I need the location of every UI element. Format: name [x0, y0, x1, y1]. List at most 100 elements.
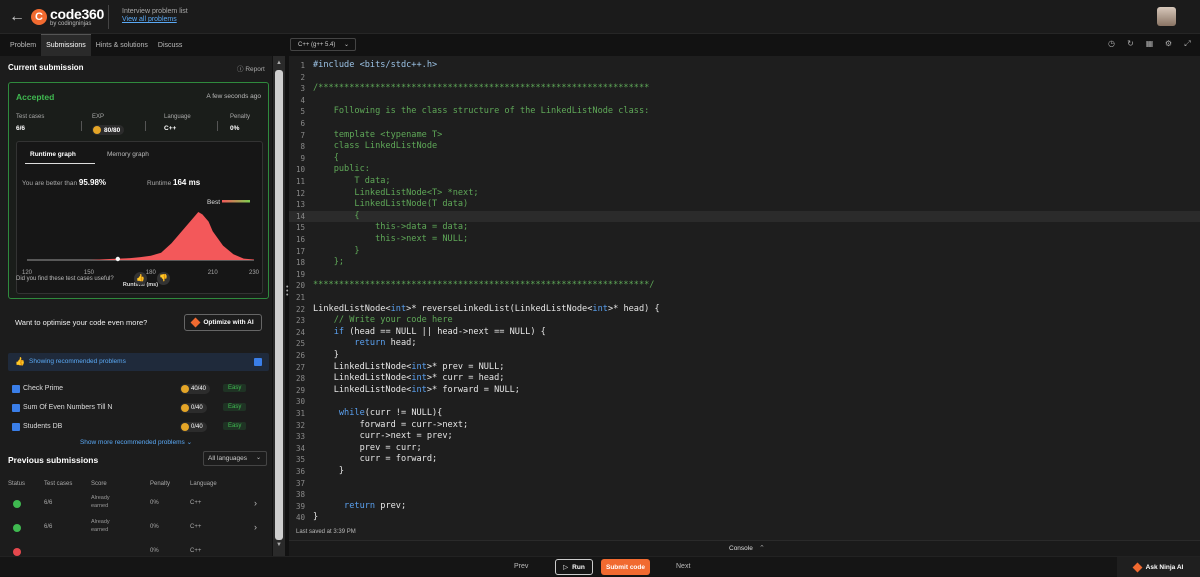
code360-logo[interactable]: C code360 by codingninjas	[31, 6, 104, 28]
code-line[interactable]: 12 LinkedListNode<T> *next;	[289, 188, 1200, 200]
code-line[interactable]: 2	[289, 72, 1200, 84]
code-text: curr->next = prev;	[313, 431, 453, 442]
code-line[interactable]: 36 }	[289, 466, 1200, 478]
code-line[interactable]: 28 LinkedListNode<int>* curr = head;	[289, 373, 1200, 385]
scrollbar-thumb[interactable]	[275, 70, 283, 540]
code-line[interactable]: 24 if (head == NULL || head->next == NUL…	[289, 327, 1200, 339]
table-row[interactable]: 6/6 Already earned 0% C++ ›	[0, 492, 272, 516]
ask-ninja-ai-button[interactable]: Ask Ninja AI	[1117, 557, 1200, 577]
prev-button[interactable]: Prev	[514, 563, 528, 570]
layout-icon[interactable]: ▦	[1145, 39, 1154, 48]
code-line[interactable]: 26 }	[289, 350, 1200, 362]
chevron-right-icon[interactable]: ›	[254, 498, 257, 508]
code-line[interactable]: 30	[289, 396, 1200, 408]
code-line[interactable]: 29 LinkedListNode<int>* forward = NULL;	[289, 385, 1200, 397]
timer-icon[interactable]: ◷	[1107, 39, 1116, 48]
language-filter-select[interactable]: All languages ⌄	[203, 451, 267, 466]
code-line[interactable]: 20 **************************************…	[289, 280, 1200, 292]
table-row[interactable]: 0% C++	[0, 540, 272, 556]
line-number: 10	[295, 165, 305, 175]
code-line[interactable]: 7 template <typename T>	[289, 130, 1200, 142]
code-line[interactable]: 17 }	[289, 246, 1200, 258]
tab-submissions[interactable]: Submissions	[41, 34, 91, 56]
code-line[interactable]: 23 // Write your code here	[289, 315, 1200, 327]
line-number: 40	[295, 513, 305, 523]
code-line[interactable]: 8 class LinkedListNode	[289, 141, 1200, 153]
code-line[interactable]: 37	[289, 478, 1200, 490]
tab-runtime-graph[interactable]: Runtime graph	[30, 151, 76, 158]
code-editor[interactable]: 1 #include <bits/stdc++.h> 2 3/************…	[289, 56, 1200, 534]
tab-memory-graph[interactable]: Memory graph	[107, 151, 149, 158]
show-more-recommended-link[interactable]: Show more recommended problems ⌄	[0, 438, 272, 446]
code-line[interactable]: 22 LinkedListNode<int>* reverseLinkedList…	[289, 304, 1200, 316]
code-line[interactable]: 18 };	[289, 257, 1200, 269]
code-text: ****************************************…	[313, 280, 655, 291]
next-button[interactable]: Next	[676, 563, 690, 570]
code-text: LinkedListNode(T data)	[313, 199, 469, 210]
code-line[interactable]: 35 curr = forward;	[289, 454, 1200, 466]
code-line[interactable]: 16 this->next = NULL;	[289, 234, 1200, 246]
run-button[interactable]: ▷ Run	[555, 559, 593, 575]
score-line: Already	[91, 519, 110, 525]
list-item[interactable]: Students DB 0/40 Easy	[12, 422, 267, 434]
code-line[interactable]: 5 Following is the class structure of th…	[289, 106, 1200, 118]
tab-discuss[interactable]: Discuss	[153, 34, 188, 56]
code-line[interactable]: 6	[289, 118, 1200, 130]
table-row[interactable]: 6/6 Already earned 0% C++ ›	[0, 516, 272, 540]
reset-icon[interactable]: ↻	[1126, 39, 1135, 48]
stat-value: 80/80	[104, 126, 121, 134]
problem-checkbox[interactable]	[12, 423, 20, 431]
code-line[interactable]: 9 {	[289, 153, 1200, 165]
code-line[interactable]: 38	[289, 489, 1200, 501]
code-line[interactable]: 21	[289, 292, 1200, 304]
list-item[interactable]: Check Prime 40/40 Easy	[12, 384, 267, 396]
scroll-down-icon[interactable]: ▼	[276, 542, 282, 548]
problem-name[interactable]: Check Prime	[23, 385, 63, 392]
problem-checkbox[interactable]	[12, 404, 20, 412]
code-line[interactable]: 15 this->data = data;	[289, 222, 1200, 234]
settings-icon[interactable]: ⚙	[1164, 39, 1173, 48]
code-line[interactable]: 3 /**************************************…	[289, 83, 1200, 95]
problem-checkbox[interactable]	[12, 385, 20, 393]
problem-name[interactable]: Students DB	[23, 423, 62, 430]
code-line[interactable]: 13 LinkedListNode(T data)	[289, 199, 1200, 211]
list-item[interactable]: Sum Of Even Numbers Till N 0/40 Easy	[12, 403, 267, 415]
code-line[interactable]: 33 curr->next = prev;	[289, 431, 1200, 443]
optimize-with-ai-button[interactable]: Optimize with AI	[184, 314, 262, 331]
code-line[interactable]: 11 T data;	[289, 176, 1200, 188]
view-all-problems-link[interactable]: View all problems	[122, 16, 188, 24]
code-line[interactable]: 34 prev = curr;	[289, 443, 1200, 455]
code-line[interactable]: 10 public:	[289, 164, 1200, 176]
scroll-up-icon[interactable]: ▲	[276, 60, 282, 66]
code-line[interactable]: 14 {	[289, 210, 1200, 223]
line-number: 20	[295, 281, 305, 291]
code-line[interactable]: 25 return head;	[289, 338, 1200, 350]
code-line[interactable]: 1 #include <bits/stdc++.h>	[289, 60, 1200, 72]
code-line[interactable]: 31 while(curr != NULL){	[289, 408, 1200, 420]
thumbs-up-icon[interactable]: 👍	[134, 272, 147, 285]
console-bar[interactable]: Console ⌃	[289, 540, 1200, 557]
line-number: 36	[295, 467, 305, 476]
submit-code-button[interactable]: Submit code	[601, 559, 650, 575]
user-avatar[interactable]	[1157, 7, 1176, 26]
chevron-right-icon[interactable]: ›	[254, 522, 257, 532]
code-line[interactable]: 19	[289, 269, 1200, 281]
code-line[interactable]: 32 forward = curr->next;	[289, 420, 1200, 432]
line-number: 17	[295, 246, 305, 256]
tab-problem[interactable]: Problem	[0, 34, 41, 56]
code-line[interactable]: 39 return prev;	[289, 501, 1200, 513]
report-button[interactable]: ⓘ Report	[237, 63, 265, 73]
recommended-checkbox[interactable]	[254, 358, 262, 366]
thumbs-down-icon[interactable]: 👎	[157, 272, 170, 285]
tab-hints-solutions[interactable]: Hints & solutions	[91, 34, 153, 56]
accepted-card: Accepted A few seconds ago Test cases 6/…	[8, 82, 269, 299]
back-arrow-icon[interactable]: ←	[8, 8, 26, 26]
code-line[interactable]: 27 LinkedListNode<int>* prev = NULL;	[289, 362, 1200, 374]
problem-name[interactable]: Sum Of Even Numbers Till N	[23, 404, 112, 411]
recommended-toggle[interactable]: 👍 Showing recommended problems	[8, 353, 269, 371]
code-line[interactable]: 4	[289, 95, 1200, 107]
code-line[interactable]: 40}	[289, 512, 1200, 524]
fullscreen-icon[interactable]: ⤢	[1183, 39, 1192, 48]
language-select[interactable]: C++ (g++ 5.4) ⌄	[290, 38, 356, 51]
chevron-up-icon[interactable]: ⌃	[759, 544, 765, 552]
